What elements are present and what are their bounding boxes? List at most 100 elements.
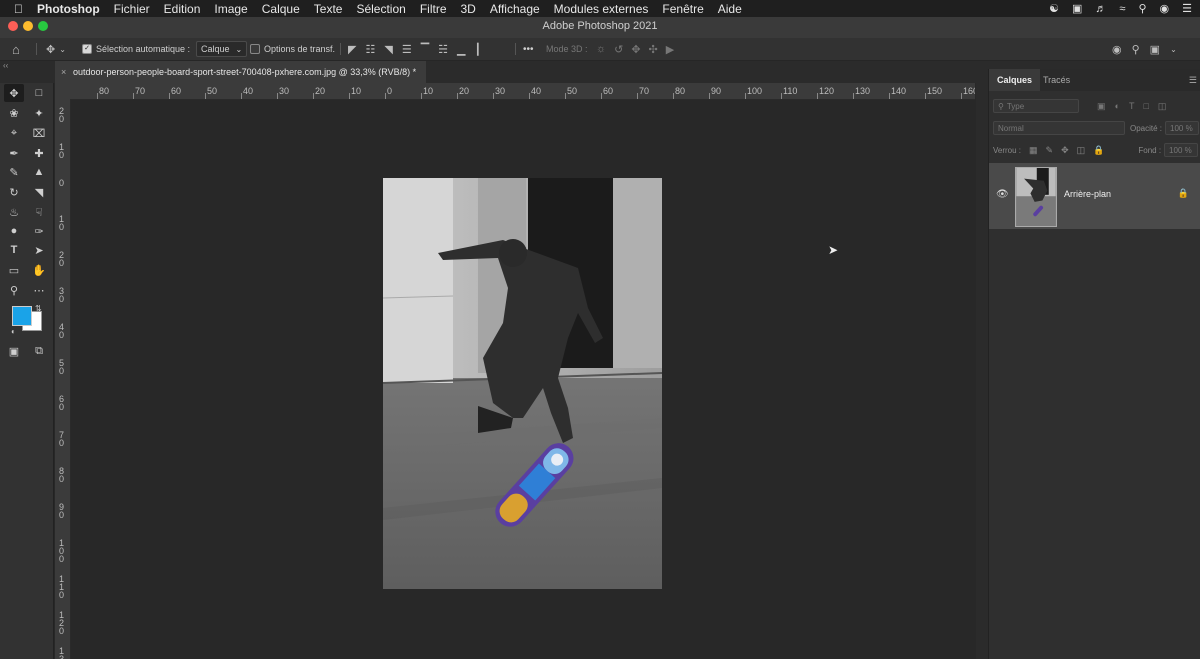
type-tool-icon[interactable]: T [4,241,24,259]
move-tool-icon[interactable]: ✥ [4,84,24,102]
ruler-label: 8 0 [58,466,64,484]
ruler-origin[interactable] [55,83,70,99]
history-brush-tool-icon[interactable]: ↻ [4,183,24,201]
rectangle-tool-icon[interactable]: ▭ [4,261,24,279]
menu-filtre[interactable]: Filtre [413,2,454,16]
align-bottom-icon[interactable]: ▁ [457,43,465,56]
lock-transparent-icon[interactable]: ▦ [1029,145,1038,156]
screen-mode-icon[interactable]: ⧉ [29,342,49,360]
path-selection-tool-icon[interactable]: ➤ [29,241,49,259]
search-icon[interactable]: ⚲ [1132,43,1140,56]
paint-bucket-tool-icon[interactable]: ♨ [4,203,24,221]
move-tool-preset-button[interactable]: ✥ ⌄ [46,38,66,60]
slide-3d-icon[interactable]: ✣ [649,43,658,56]
roll-3d-icon[interactable]: ↺ [614,43,623,56]
menu-edition[interactable]: Edition [157,2,208,16]
tab-paths[interactable]: Tracés [1035,69,1078,91]
menu-texte[interactable]: Texte [307,2,350,16]
filter-shape-icon[interactable]: □ [1143,101,1148,112]
auto-select-dropdown[interactable]: Calque ⌄ [196,41,248,57]
close-tab-icon[interactable]: × [61,67,66,77]
lock-position-icon[interactable]: ✥ [1061,145,1069,156]
menu-3d[interactable]: 3D [454,2,483,16]
default-colors-icon[interactable]: ◐ [11,327,16,336]
hand-tool-icon[interactable]: ✋ [29,261,49,279]
control-center-icon[interactable]: ☰ [1182,2,1192,15]
lock-image-icon[interactable]: ✎ [1046,145,1054,156]
layer-name[interactable]: Arrière-plan [1064,189,1111,199]
spotlight-search-icon[interactable]: ⚲ [1138,2,1146,15]
canvas-area[interactable]: ➤ [71,100,975,659]
brush-tool-icon[interactable]: ✎ [4,163,24,181]
blend-mode-dropdown[interactable]: Normal [993,121,1125,135]
zoom-tool-icon[interactable]: ⚲ [4,281,24,299]
fill-field[interactable]: 100 % [1164,143,1199,157]
visibility-eye-icon[interactable]: 👁 [996,189,1009,200]
object-selection-tool-icon[interactable]: ✦ [29,104,49,122]
layer-lock-icon[interactable]: 🔒 [1178,188,1189,199]
document-image[interactable] [383,178,662,589]
apple-menu-icon[interactable]:  [0,2,30,16]
menu-modules-externes[interactable]: Modules externes [547,2,656,16]
eyedropper-tool-icon[interactable]: ✒ [4,144,24,162]
menu-aide[interactable]: Aide [711,2,749,16]
menu-selection[interactable]: Sélection [349,2,412,16]
creative-cloud-icon[interactable]: ☯ [1049,2,1059,15]
menu-photoshop[interactable]: Photoshop [30,2,107,16]
distribute-vertical-icon[interactable]: ┃ [475,43,482,56]
foreground-color-swatch[interactable] [12,306,32,326]
align-top-icon[interactable]: ▔ [421,43,429,56]
align-center-horizontal-icon[interactable]: ☷ [365,43,375,56]
camera-3d-icon[interactable]: ▶ [666,43,674,56]
healing-brush-tool-icon[interactable]: ✚ [29,144,49,162]
menu-image[interactable]: Image [207,2,254,16]
align-right-icon[interactable]: ◥ [384,43,392,56]
menu-calque[interactable]: Calque [255,2,307,16]
swap-colors-icon[interactable]: ⇅ [35,304,42,313]
filter-pixel-icon[interactable]: ▣ [1097,101,1106,112]
transform-controls-checkbox[interactable]: Options de transf. [250,38,335,60]
crop-tool-icon[interactable]: ⌖ [4,124,24,142]
screen-record-icon[interactable]: ▣ [1072,2,1082,15]
volume-icon[interactable]: ♬ [1095,3,1106,15]
lasso-tool-icon[interactable]: ❀ [4,104,24,122]
clone-stamp-tool-icon[interactable]: ▲ [29,163,49,181]
wifi-icon[interactable]: ≈ [1119,3,1125,15]
drag-3d-icon[interactable]: ✥ [631,43,640,56]
auto-select-checkbox[interactable]: ✓ Sélection automatique : [82,38,190,60]
dodge-tool-icon[interactable]: ● [4,222,24,240]
filter-adjustment-icon[interactable]: ◐ [1115,101,1120,112]
layer-row[interactable]: 👁 Arrière-plan 🔒 [989,163,1200,229]
layer-filter-dropdown[interactable]: ⚲ Type [993,99,1079,113]
marquee-tool-icon[interactable]: □ [29,84,49,102]
chevron-down-icon[interactable]: ⌄ [1170,45,1177,54]
menu-affichage[interactable]: Affichage [483,2,547,16]
tab-layers[interactable]: Calques [989,69,1041,91]
more-options-button[interactable]: ••• [523,38,534,60]
align-middle-vertical-icon[interactable]: ☵ [438,43,448,56]
pen-tool-icon[interactable]: ✑ [29,222,49,240]
ruler-label: 70 [639,86,650,96]
workspace-icon[interactable]: ▣ [1150,43,1160,56]
home-button[interactable]: ⌂ [12,38,20,60]
filter-type-icon[interactable]: T [1129,101,1135,112]
eraser-tool-icon[interactable]: ◥ [29,183,49,201]
menu-fichier[interactable]: Fichier [107,2,157,16]
smudge-tool-icon[interactable]: ☟ [29,203,49,221]
opacity-field[interactable]: 100 % [1165,121,1200,135]
filter-smart-object-icon[interactable]: ◫ [1158,101,1167,112]
frame-tool-icon[interactable]: ⌧ [29,124,49,142]
share-user-icon[interactable]: ◉ [1112,43,1122,56]
siri-icon[interactable]: ◉ [1160,2,1170,15]
align-left-icon[interactable]: ◤ [348,43,356,56]
panel-menu-icon[interactable]: ☰ [1189,75,1197,86]
edit-toolbar-icon[interactable]: ⋯ [29,281,49,299]
lock-all-icon[interactable]: 🔒 [1093,145,1104,156]
orbit-3d-icon[interactable]: ☼ [596,43,606,55]
lock-artboard-icon[interactable]: ◫ [1077,145,1086,156]
distribute-horizontal-icon[interactable]: ☰ [402,43,412,56]
collapse-toolbar-icon[interactable]: ‹‹ [3,61,8,70]
document-tab[interactable]: × outdoor-person-people-board-sport-stre… [55,61,427,83]
menu-fenetre[interactable]: Fenêtre [655,2,710,16]
quick-mask-icon[interactable]: ▣ [4,342,24,360]
